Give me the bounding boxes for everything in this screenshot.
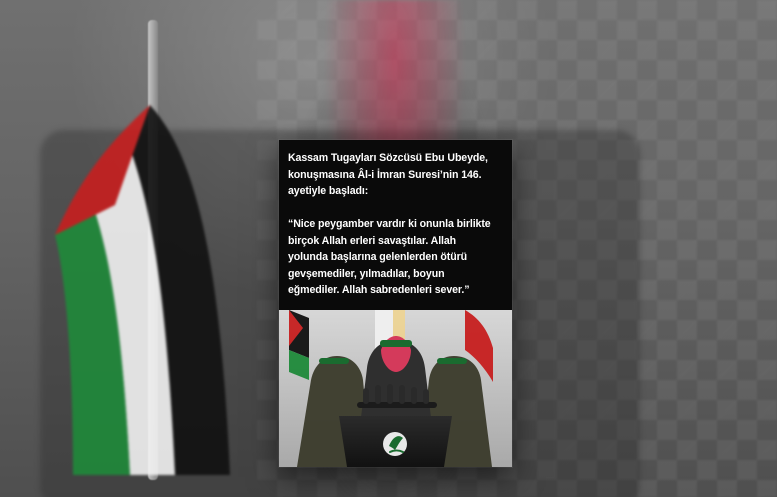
overlay-photo [279,310,512,467]
left-headband [319,358,349,364]
mic-6 [423,389,429,404]
overlay-card: Kassam Tugayları Sözcüsü Ebu Ubeyde, kon… [279,140,512,467]
press-conference-illustration [279,310,512,467]
mic-1 [363,388,369,404]
right-headband [437,358,467,364]
screenshot-scene: Kassam Tugayları Sözcüsü Ebu Ubeyde, kon… [0,0,777,497]
palestinian-flag [55,105,230,475]
mic-2 [375,385,381,404]
mic-5 [411,387,417,404]
speaker-headband [380,340,412,347]
mic-3 [387,384,393,404]
overlay-caption: Kassam Tugayları Sözcüsü Ebu Ubeyde, kon… [288,152,491,296]
green-emblem-icon [383,432,407,456]
mic-4 [399,385,405,404]
